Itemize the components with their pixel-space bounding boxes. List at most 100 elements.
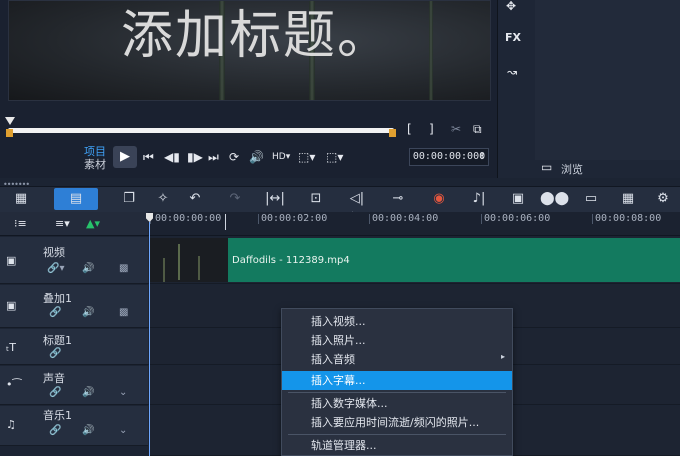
mark-in-button[interactable]: [ xyxy=(407,121,412,137)
storyboard-view-icon[interactable]: ▦ xyxy=(10,190,32,208)
flower-stem xyxy=(198,256,200,280)
track-options-icon[interactable]: ≡▾ xyxy=(55,216,70,232)
crop-icon[interactable]: ⬚▾ xyxy=(326,149,343,165)
split-icon[interactable]: ⊸ xyxy=(387,190,409,208)
mode-clip[interactable]: 素材 xyxy=(84,157,106,173)
clip-thumbnail[interactable] xyxy=(150,238,228,282)
menu-separator xyxy=(288,392,506,393)
timecode-display[interactable]: 00:00:00:000 xyxy=(409,148,489,166)
track-name: 声音 xyxy=(43,372,65,385)
copy-icon[interactable]: ⧉ xyxy=(473,121,482,137)
expand-icon[interactable]: ⌄ xyxy=(119,425,127,436)
link-icon[interactable]: 🔗 xyxy=(49,425,61,436)
auto-music-icon[interactable]: ◁|▷ xyxy=(346,190,368,224)
save-as-icon[interactable]: ❐ xyxy=(118,190,140,208)
repeat-icon[interactable]: ⟳ xyxy=(229,149,239,165)
more-tools-icon[interactable]: ⚙ xyxy=(652,190,674,208)
ruler-label: 00:00:06:00 xyxy=(484,213,551,224)
mark-out-button[interactable]: ] xyxy=(429,121,434,137)
expand-icon[interactable]: ⌄ xyxy=(119,387,127,398)
video-track-icon: ▣ xyxy=(6,254,17,267)
trim-start-marker[interactable] xyxy=(6,129,13,137)
timeline-view-icon[interactable]: ▤ xyxy=(54,188,98,210)
track-header-video[interactable] xyxy=(0,237,148,284)
ruler-label: 00:00:04:00 xyxy=(372,213,439,224)
ruler-tick xyxy=(369,214,370,224)
browse-label[interactable]: 浏览 xyxy=(561,161,583,177)
playhead-line xyxy=(149,222,150,456)
flower-stem xyxy=(163,258,165,282)
menu-item-insert-photo[interactable]: 插入照片... xyxy=(282,331,512,350)
video-editor-window: 添加标题。 [ ] ✂ ⧉ 项目 素材 ▶ ⏮ ◀▮ ▮▶ ⏭ ⟳ 🔊 HD▾ … xyxy=(0,0,680,456)
menu-item-insert-audio[interactable]: 插入音频 xyxy=(282,350,512,369)
scrubber-handle[interactable] xyxy=(5,117,15,125)
play-button[interactable]: ▶ xyxy=(113,146,137,168)
go-end-icon[interactable]: ⏭ xyxy=(208,149,219,165)
menu-item-insert-timelapse-photo[interactable]: 插入要应用时间流逝/频闪的照片... xyxy=(282,413,512,432)
ruler-tick xyxy=(592,214,593,224)
title-track-icon: ₜT xyxy=(6,341,16,354)
link-icon[interactable]: 🔗 xyxy=(49,387,61,398)
ruler-label: 00:00:02:00 xyxy=(261,213,328,224)
path-icon[interactable]: ↝ xyxy=(507,64,517,80)
audio-mixer-icon[interactable]: ♪| xyxy=(468,190,490,208)
timecode-stepper[interactable]: ⇕ xyxy=(478,149,486,165)
ruler-tick xyxy=(258,214,259,224)
timeline-toolbar xyxy=(0,186,680,212)
fit-project-icon[interactable]: |↔| xyxy=(264,190,286,208)
browse-icon[interactable]: ▭ xyxy=(541,159,552,175)
menu-item-insert-subtitle[interactable]: 插入字幕... xyxy=(282,371,512,390)
grid-lock-icon[interactable]: ▩ xyxy=(119,307,128,318)
ruler-tick xyxy=(481,214,482,224)
music-track-icon: ♫ xyxy=(6,418,16,431)
link-icon[interactable]: 🔗 xyxy=(49,348,61,359)
track-name: 视频 xyxy=(43,246,65,259)
track-list-icon[interactable]: ⁝≡ xyxy=(14,216,27,232)
next-frame-icon[interactable]: ▮▶ xyxy=(187,149,203,165)
subtitle-editor-icon[interactable]: ▭ xyxy=(580,190,602,208)
mute-icon[interactable]: 🔊 xyxy=(82,263,94,274)
link-icon[interactable]: 🔗 xyxy=(49,307,61,318)
ripple-edit-icon[interactable]: ▲▾ xyxy=(86,216,100,232)
track-header-title[interactable] xyxy=(0,329,148,365)
grid-icon[interactable]: ▦ xyxy=(617,190,639,208)
menu-item-track-manager[interactable]: 轨道管理器... xyxy=(282,436,512,455)
mute-icon[interactable]: 🔊 xyxy=(82,307,94,318)
paint-icon[interactable]: ◉ xyxy=(428,190,450,208)
menu-item-insert-digital-media[interactable]: 插入数字媒体... xyxy=(282,394,512,413)
ruler-label: 00:00:00:00 xyxy=(155,213,222,224)
preview-video: 添加标题。 xyxy=(8,0,491,101)
prev-frame-icon[interactable]: ◀▮ xyxy=(164,149,180,165)
mute-icon[interactable]: 🔊 xyxy=(82,387,94,398)
track-name: 叠加1 xyxy=(43,292,72,305)
voice-track-icon: •⁀ xyxy=(6,378,22,391)
aspect-ratio-icon[interactable]: ⬚▾ xyxy=(298,149,315,165)
mute-icon[interactable]: 🔊 xyxy=(82,425,94,436)
timeline-cursor xyxy=(225,214,226,230)
ruler-label: 00:00:08:00 xyxy=(595,213,662,224)
undo-icon[interactable]: ↶ xyxy=(184,190,206,208)
clip-label: Daffodils - 112389.mp4 xyxy=(232,255,350,266)
track-name: 标题1 xyxy=(43,334,72,347)
submenu-arrow-icon: ▸ xyxy=(501,352,506,361)
motion-tracking-icon[interactable]: ▣ xyxy=(507,190,529,208)
scrub-bar[interactable] xyxy=(8,128,394,133)
transition-icon[interactable]: ✥ xyxy=(506,0,516,14)
tools-icon[interactable]: ✧ xyxy=(152,190,174,208)
grid-lock-icon[interactable]: ▩ xyxy=(119,263,128,274)
menu-separator xyxy=(288,434,506,435)
menu-item-insert-video[interactable]: 插入视频... xyxy=(282,312,512,331)
redo-icon[interactable]: ↷ xyxy=(224,190,246,208)
fx-icon[interactable]: FX xyxy=(505,30,521,46)
track-name: 音乐1 xyxy=(43,409,72,422)
record-capture-icon[interactable]: ⊡ xyxy=(305,190,327,208)
trim-end-marker[interactable] xyxy=(389,129,396,137)
track-header-voice[interactable] xyxy=(0,366,148,405)
video-frame-stem xyxy=(429,1,433,100)
scissors-icon[interactable]: ✂ xyxy=(451,121,461,137)
multi-camera-icon[interactable]: ⬤⬤ xyxy=(540,190,569,208)
volume-icon[interactable]: 🔊 xyxy=(249,149,264,165)
go-start-icon[interactable]: ⏮ xyxy=(143,149,154,165)
link-icon[interactable]: 🔗▾ xyxy=(47,263,64,274)
hd-preview-icon[interactable]: HD▾ xyxy=(272,149,290,165)
